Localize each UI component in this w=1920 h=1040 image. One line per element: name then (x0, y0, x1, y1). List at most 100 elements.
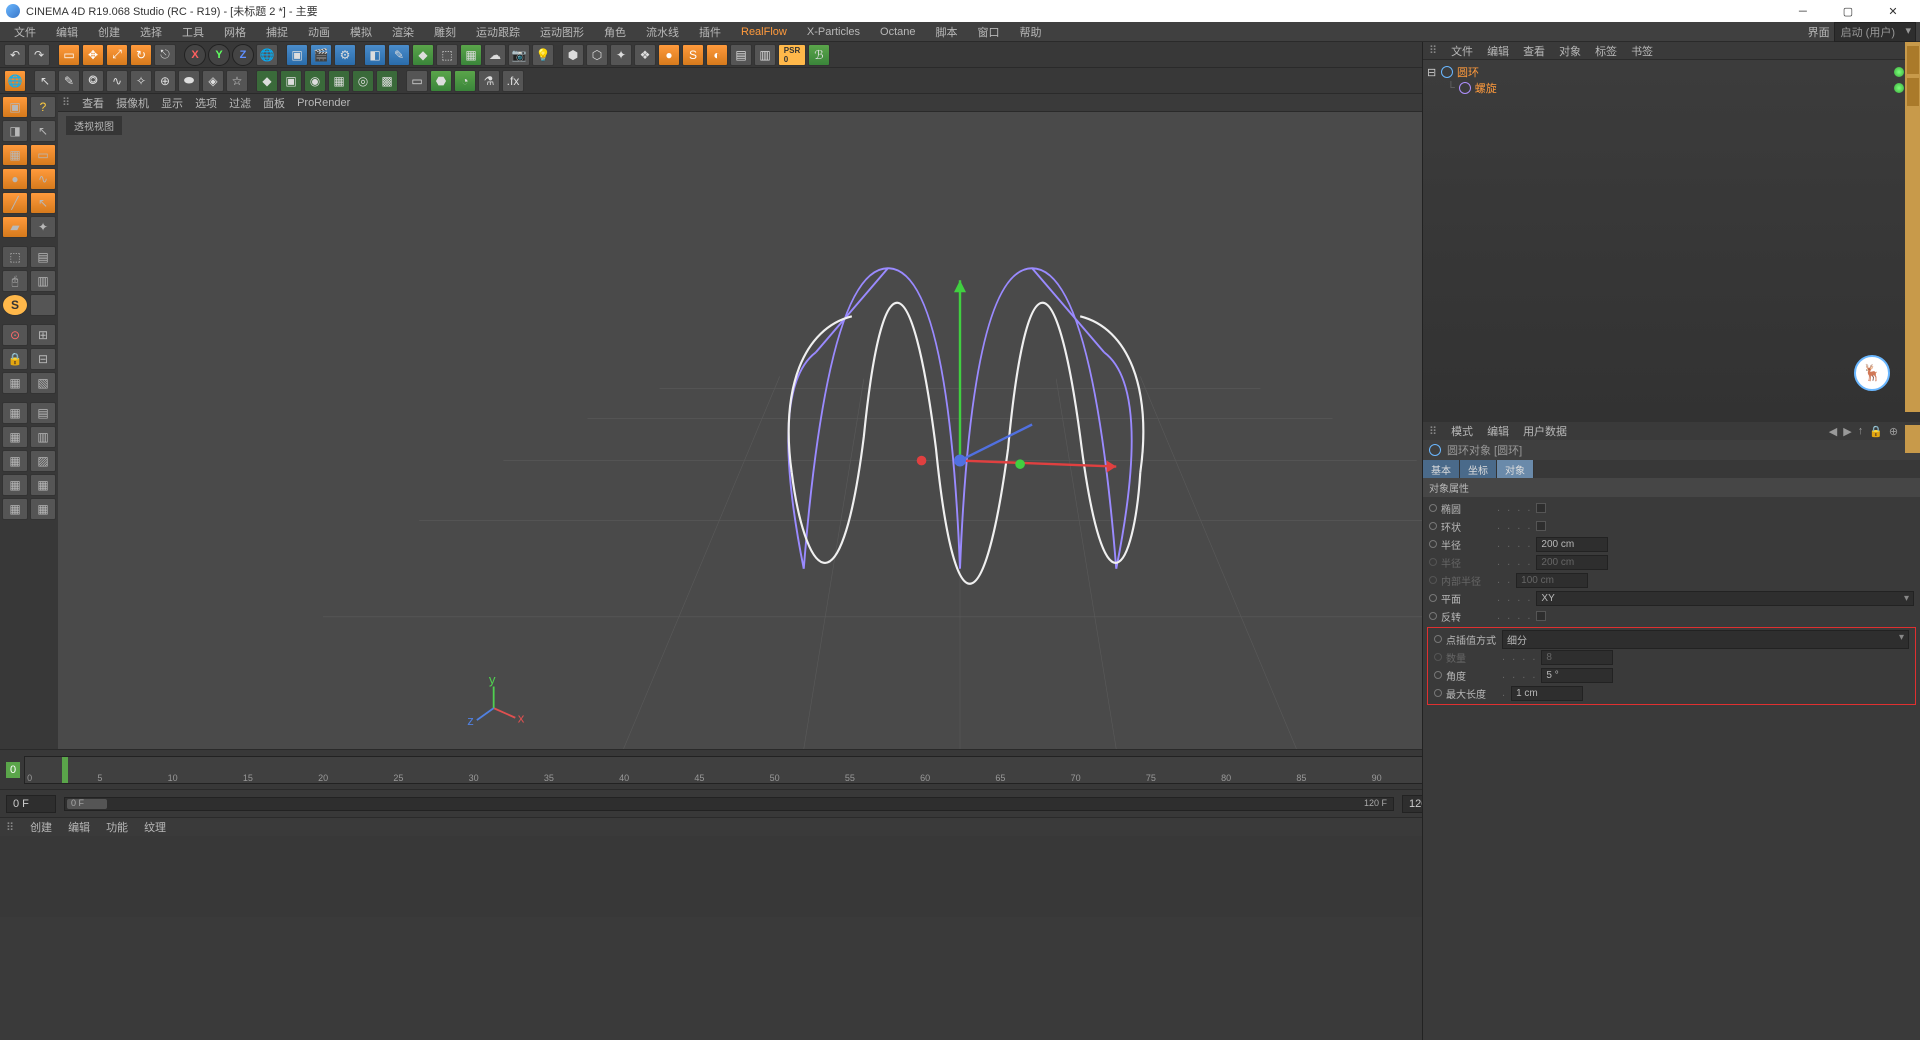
lt-b2-icon[interactable]: ⊟ (30, 348, 56, 370)
live-select-icon[interactable]: ▭ (58, 44, 80, 66)
lt-c6-icon[interactable]: ▨ (30, 450, 56, 472)
vp-menu-prorender[interactable]: ProRender (297, 97, 350, 109)
lt-rect-icon[interactable]: ▭ (30, 144, 56, 166)
vp-menu-filter[interactable]: 过滤 (229, 95, 251, 111)
tab-coord[interactable]: 坐标 (1460, 460, 1497, 478)
lt-a1-icon[interactable]: ⬚ (2, 246, 28, 268)
lt-model-icon[interactable]: ◨ (2, 120, 28, 142)
menu-mograph[interactable]: 运动图形 (530, 22, 594, 42)
t2-g4-icon[interactable]: ▦ (328, 70, 350, 92)
last-tool-icon[interactable]: ⎋ (154, 44, 176, 66)
obj-menu-view[interactable]: 查看 (1523, 43, 1545, 59)
tool-f-icon[interactable]: S (682, 44, 704, 66)
t2-4-icon[interactable]: ∿ (106, 70, 128, 92)
menu-octane[interactable]: Octane (870, 24, 925, 40)
lt-poly-icon[interactable]: ▰ (2, 216, 28, 238)
minimize-button[interactable]: － (1782, 3, 1824, 19)
menu-script[interactable]: 脚本 (926, 22, 968, 42)
redo-icon[interactable]: ↷ (28, 44, 50, 66)
radius-field[interactable]: 200 cm (1536, 537, 1608, 552)
obj-menu-obj[interactable]: 对象 (1559, 43, 1581, 59)
tree-item-helix[interactable]: └ 螺旋 ✓ (1427, 80, 1916, 96)
t2-1-icon[interactable]: ↖ (34, 70, 56, 92)
lt-lock-icon[interactable]: 🔒 (2, 348, 28, 370)
menu-file[interactable]: 文件 (4, 22, 46, 42)
vp-menu-view[interactable]: 查看 (82, 95, 104, 111)
menu-create[interactable]: 创建 (88, 22, 130, 42)
add-deformer-icon[interactable]: ▦ (460, 44, 482, 66)
ring-checkbox[interactable] (1536, 521, 1546, 531)
expand-icon[interactable]: ⊟ (1427, 66, 1437, 79)
axis-y-toggle[interactable]: Y (208, 44, 230, 66)
vp-menu-opt[interactable]: 选项 (195, 95, 217, 111)
attr-menu-user[interactable]: 用户数据 (1523, 423, 1567, 439)
vis-tag-icon[interactable] (1894, 83, 1904, 93)
lt-mouse-icon[interactable]: 🖰 (2, 270, 28, 292)
add-generator-icon[interactable]: ⬚ (436, 44, 458, 66)
lt-c5-icon[interactable]: ▦ (2, 450, 28, 472)
t2-g6-icon[interactable]: ▩ (376, 70, 398, 92)
menu-edit[interactable]: 编辑 (46, 22, 88, 42)
t2-g3-icon[interactable]: ◉ (304, 70, 326, 92)
lt-c10-icon[interactable]: ▦ (30, 498, 56, 520)
mat-menu-tex[interactable]: 纹理 (144, 819, 166, 835)
t2-p4-icon[interactable]: ⚗ (478, 70, 500, 92)
t2-fx-icon[interactable]: .fx (502, 70, 524, 92)
menu-track[interactable]: 运动跟踪 (466, 22, 530, 42)
obj-menu-tag[interactable]: 标签 (1595, 43, 1617, 59)
t2-8-icon[interactable]: ◈ (202, 70, 224, 92)
lt-c7-icon[interactable]: ▦ (2, 474, 28, 496)
timeline-start-marker[interactable]: 0 (6, 762, 20, 778)
maxlen-field[interactable]: 1 cm (1511, 686, 1583, 701)
angle-field[interactable]: 5 ° (1541, 668, 1613, 683)
timeline-range-slider[interactable]: 0 F120 F (64, 797, 1394, 811)
t2-p2-icon[interactable]: ⬣ (430, 70, 452, 92)
t2-p3-icon[interactable]: ◔ (454, 70, 476, 92)
add-cube-icon[interactable]: ◧ (364, 44, 386, 66)
lt-c3-icon[interactable]: ▦ (2, 426, 28, 448)
axis-z-toggle[interactable]: Z (232, 44, 254, 66)
menu-anim[interactable]: 动画 (298, 22, 340, 42)
menu-tools[interactable]: 工具 (172, 22, 214, 42)
tool-i-icon[interactable]: ▥ (754, 44, 776, 66)
add-spline-icon[interactable]: ✎ (388, 44, 410, 66)
rotate-icon[interactable]: ↻ (130, 44, 152, 66)
strip-tab-2[interactable] (1907, 78, 1919, 106)
menu-xparticles[interactable]: X-Particles (797, 24, 870, 40)
tool-g-icon[interactable]: ◐ (706, 44, 728, 66)
lt-arrow-icon[interactable]: ↖ (30, 120, 56, 142)
lt-c8-icon[interactable]: ▦ (30, 474, 56, 496)
reverse-checkbox[interactable] (1536, 611, 1546, 621)
t2-p1-icon[interactable]: ▭ (406, 70, 428, 92)
lt-b3-icon[interactable]: ▦ (2, 372, 28, 394)
vis-tag-icon[interactable] (1894, 67, 1904, 77)
tool-e-icon[interactable]: ● (658, 44, 680, 66)
lt-c1-icon[interactable]: ▦ (2, 402, 28, 424)
close-button[interactable]: ✕ (1872, 5, 1914, 18)
mat-menu-edit[interactable]: 编辑 (68, 819, 90, 835)
coord-system-icon[interactable]: 🌐 (256, 44, 278, 66)
tab-object[interactable]: 对象 (1497, 460, 1534, 478)
obj-menu-bm[interactable]: 书签 (1631, 43, 1653, 59)
t2-5-icon[interactable]: ✧ (130, 70, 152, 92)
render-pv-icon[interactable]: 🎬 (310, 44, 332, 66)
lt-c2-icon[interactable]: ▤ (30, 402, 56, 424)
tree-item-ring[interactable]: ⊟ 圆环 ✓ (1427, 64, 1916, 80)
menu-window[interactable]: 窗口 (968, 22, 1010, 42)
attr-menu-mode[interactable]: 模式 (1451, 423, 1473, 439)
lt-axis-icon[interactable]: ✦ (30, 216, 56, 238)
psr-icon[interactable]: PSR0 (778, 44, 806, 66)
menu-snap[interactable]: 捕捉 (256, 22, 298, 42)
ellipse-checkbox[interactable] (1536, 503, 1546, 513)
add-light-icon[interactable]: 💡 (532, 44, 554, 66)
lt-edge-icon[interactable]: ╱ (2, 192, 28, 214)
t2-6-icon[interactable]: ⊕ (154, 70, 176, 92)
lt-b4-icon[interactable]: ▧ (30, 372, 56, 394)
tool-h-icon[interactable]: ▤ (730, 44, 752, 66)
t2-g2-icon[interactable]: ▣ (280, 70, 302, 92)
lt-a2-icon[interactable]: ▤ (30, 246, 56, 268)
start-frame-field[interactable]: 0 F (6, 795, 56, 813)
obj-menu-edit[interactable]: 编辑 (1487, 43, 1509, 59)
t2-world-icon[interactable]: 🌐 (4, 70, 26, 92)
nav-fwd-icon[interactable]: ▶ (1843, 425, 1851, 438)
